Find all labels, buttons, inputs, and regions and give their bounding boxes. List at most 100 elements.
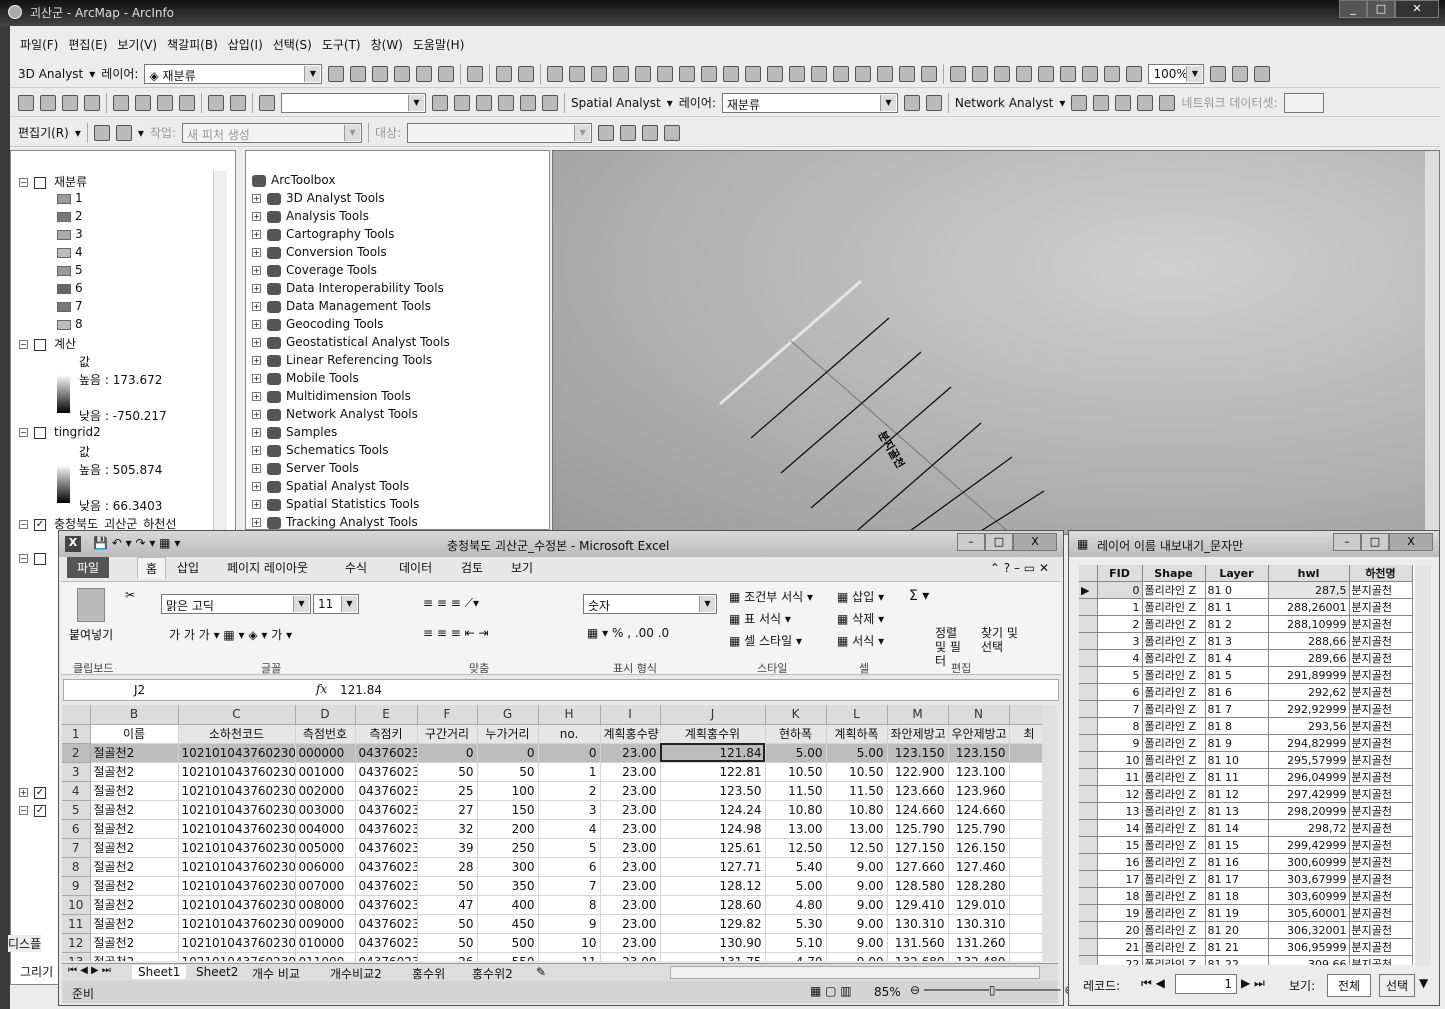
cell[interactable]: 043760230 [355,933,418,953]
cell[interactable]: 10.80 [765,800,827,820]
collapse-icon[interactable]: − [19,554,28,563]
toolbox-item[interactable]: + Geostatistical Analyst Tools [252,335,450,349]
network-window-icon[interactable] [1071,94,1088,111]
cell[interactable]: 100 [477,781,539,801]
cell[interactable]: 10 [538,933,601,953]
view-buttons[interactable]: ▦ ▢ ▥ [810,984,852,998]
expand-icon[interactable]: + [252,302,261,311]
cell[interactable]: 130.310 [887,914,949,934]
attr-column-header[interactable]: 하천명 [1349,565,1413,582]
cell[interactable]: 011000 [295,952,356,961]
zoom-slider[interactable]: ⊖ ─────────▯───────── ⊕ [910,983,1074,997]
map-scale-select[interactable]: ▼ [281,92,426,113]
header-cell[interactable]: 계획하폭 [826,724,888,744]
cell[interactable]: 043760230 [355,914,418,934]
cell[interactable]: 11 [538,952,601,961]
toolbox-item[interactable]: + Mobile Tools [252,371,359,385]
cell[interactable]: 23.00 [600,838,661,858]
cell[interactable]: 26 [417,952,478,961]
paste-button[interactable]: 붙여넣기 [69,626,113,643]
cell[interactable]: 39 [417,838,478,858]
cell[interactable]: 010000 [295,933,356,953]
column-header[interactable]: F [417,705,478,725]
minimize-button[interactable]: _ [1339,0,1367,18]
attr-row[interactable]: 16 폴리라인 Z 81 16 300,60999 분지골천 [1079,853,1413,871]
whats-this-icon[interactable] [542,94,558,111]
row-number[interactable]: 8 [62,857,91,877]
cell[interactable] [1009,933,1042,953]
cell[interactable]: 102101043760230 [178,876,296,896]
expand-icon[interactable]: + [19,788,28,797]
attr-close[interactable]: X [1389,533,1433,551]
row-selector[interactable] [1079,768,1098,786]
editor-toolbar-icon[interactable] [432,94,448,111]
cell[interactable] [1009,914,1042,934]
row-selector[interactable] [1079,734,1098,752]
toolbox-item[interactable]: + Network Analyst Tools [252,407,418,421]
layer-select[interactable]: ◈ 재분류 ▼ [144,63,323,84]
cell[interactable]: 12.50 [765,838,827,858]
font-select[interactable]: 맑은 고딕 ▼ [161,594,311,614]
attr-column-header[interactable]: Shape [1142,565,1206,582]
cell[interactable]: 9.00 [826,914,888,934]
zoom-in-icon[interactable] [547,65,564,82]
cell[interactable]: 9.00 [826,857,888,877]
number-format-buttons[interactable]: ▦ ▾ % , .00 .0 [587,626,669,640]
record-input[interactable]: 1 [1175,974,1237,994]
column-header[interactable]: C [178,705,296,725]
save-icon[interactable] [62,94,78,111]
fixed-zoom-out-icon[interactable] [613,65,630,82]
column-header[interactable]: L [826,705,888,725]
row-selector[interactable] [1079,751,1098,769]
toolbox-item[interactable]: + Multidimension Tools [252,389,411,403]
redo-icon[interactable] [230,94,246,111]
cell[interactable]: 5.00 [765,876,827,896]
contour-sa-icon[interactable] [903,94,920,111]
zoom-100-icon[interactable] [1038,65,1055,82]
cell[interactable]: 102101043760230 [178,952,296,961]
ribbon-tab-2[interactable]: 삽입 [177,559,199,576]
cell[interactable]: 23.00 [600,876,661,896]
cell[interactable] [1009,952,1042,961]
find-select-button[interactable]: 찾기 및 선택 [981,626,1025,654]
cell[interactable]: 9.00 [826,933,888,953]
toolbox-item[interactable]: + Linear Referencing Tools [252,353,432,367]
open-icon[interactable] [40,94,56,111]
cell[interactable]: 043760230 [355,743,418,763]
header-cell[interactable]: 측점키 [355,724,418,744]
network-select-icon[interactable] [1115,94,1132,111]
ribbon-tab-4[interactable]: 수식 [345,559,367,576]
column-header[interactable]: D [295,705,356,725]
cell[interactable]: 128.280 [948,876,1010,896]
layout-zoom-in-icon[interactable] [950,65,967,82]
ribbon-tab-3[interactable]: 페이지 레이아웃 [227,559,308,576]
cell[interactable] [1009,876,1042,896]
expand-icon[interactable]: + [252,464,261,473]
row-selector[interactable] [1079,802,1098,820]
number-format-select[interactable]: 숫자 ▼ [583,594,717,614]
cell[interactable]: 127.660 [887,857,949,877]
attr-row[interactable]: 7 폴리라인 Z 81 7 292,92999 분지골천 [1079,700,1413,718]
row-number[interactable]: 5 [62,800,91,820]
cell[interactable] [1009,857,1042,877]
attr-row[interactable]: 2 폴리라인 Z 81 2 288,10999 분지골천 [1079,615,1413,633]
layout-zoom-select[interactable]: 100% ▼ [1148,63,1205,84]
cell[interactable]: 102101043760230 [178,838,296,858]
last-record-button[interactable]: ▶ ⏭ [1241,976,1265,991]
modelbuilder-icon[interactable] [520,94,536,111]
cell[interactable]: 절골천2 [90,933,179,953]
toolbox-item[interactable]: + Spatial Statistics Tools [252,497,419,511]
attr-row[interactable]: 11 폴리라인 Z 81 11 296,04999 분지골천 [1079,768,1413,786]
cell[interactable]: 350 [477,876,539,896]
close-button[interactable]: ✕ [1395,0,1439,18]
row-selector[interactable] [1079,717,1098,735]
header-cell[interactable]: 계획홍수위 [660,724,766,744]
quick-access-toolbar[interactable]: 💾 ↶ ▾ ↷ ▾ ▦ ▾ [93,536,180,550]
command-line-icon[interactable] [498,94,514,111]
sheet-tab[interactable]: Sheet1 [132,965,187,979]
cell[interactable]: 123.150 [887,743,949,763]
cell[interactable]: 250 [477,838,539,858]
row-number[interactable]: 4 [62,781,91,801]
cell[interactable]: 6 [538,857,601,877]
cell[interactable]: 043760230 [355,800,418,820]
